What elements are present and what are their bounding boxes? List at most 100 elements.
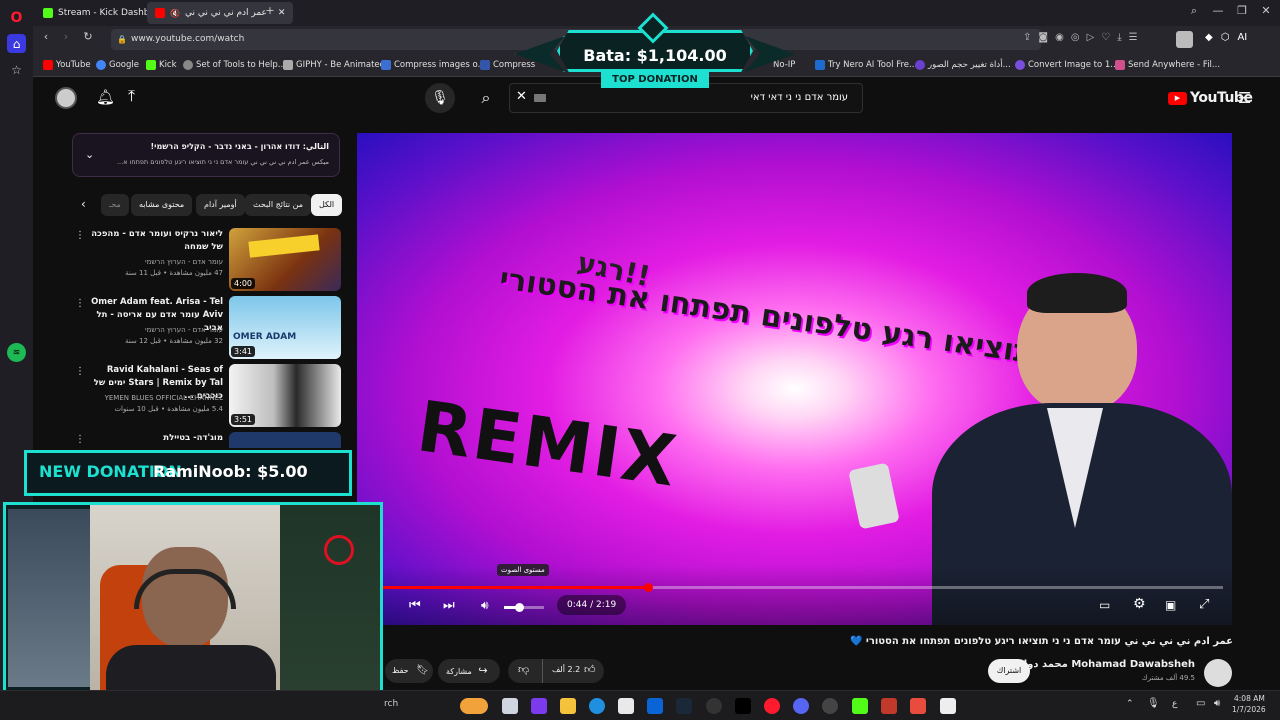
maximize-button[interactable]: ❐	[1233, 4, 1251, 22]
subscribe-button[interactable]: اشتراك	[988, 659, 1030, 683]
bookmark-compress[interactable]: Compress images o...	[381, 58, 486, 72]
chevron-up-icon[interactable]: ⌃	[1126, 699, 1134, 709]
camera-icon[interactable]: ◙	[1038, 32, 1048, 43]
channel-avatar[interactable]	[1204, 659, 1232, 687]
menu-icon[interactable]: ☰	[1129, 32, 1138, 43]
tiktok-icon[interactable]	[735, 698, 751, 714]
clock-date[interactable]: 1/7/2026	[1232, 705, 1266, 714]
progress-bar[interactable]	[383, 583, 1223, 592]
upload-icon[interactable]: ⤒	[128, 86, 135, 106]
playlist-next-box[interactable]: ⌄ التالي: דודו אהרון - באני נדבר - הקליפ…	[72, 133, 340, 177]
bookmark-giphy[interactable]: GIPHY - Be Animated	[283, 58, 385, 72]
kick-icon[interactable]	[852, 698, 868, 714]
volume-knob[interactable]	[515, 603, 524, 612]
clock-time[interactable]: 4:08 AM	[1234, 694, 1265, 703]
taskbar-search[interactable]: rch	[384, 699, 398, 709]
volume-tray-icon[interactable]: 🔊︎	[1214, 698, 1220, 709]
outlook-icon[interactable]	[647, 698, 663, 714]
video-player[interactable]: רגע!! תוציאו רגע טלפונים תפתחו את הסטורי…	[357, 133, 1232, 625]
list-item[interactable]: ⋮ 4:00 ליאור נרקיס ועומר אדם - מהפכה של …	[73, 228, 341, 292]
theater-mode-icon[interactable]: ▣	[1165, 598, 1176, 612]
app-icon-white[interactable]	[940, 698, 956, 714]
network-icon[interactable]: ▭	[1196, 698, 1205, 709]
discord-icon[interactable]	[793, 698, 809, 714]
bookmark-send-anywhere[interactable]: Send Anywhere - Fil...	[1115, 58, 1220, 72]
share-button[interactable]: مشاركة ↪	[438, 659, 500, 683]
bell-icon[interactable]: 🔔︎	[96, 88, 115, 106]
reload-icon[interactable]: ↻	[79, 30, 97, 48]
previous-icon[interactable]: ⏮	[409, 598, 421, 613]
shield-icon[interactable]: ◉	[1055, 32, 1064, 43]
chip-all[interactable]: الكل	[311, 194, 343, 216]
rec-meta: 32 مليون مشاهدة • قبل 12 سنة	[125, 337, 223, 345]
tracker-icon[interactable]: ◎	[1071, 32, 1080, 43]
4k-icon[interactable]	[706, 698, 722, 714]
chip-omer-adam[interactable]: أومير آدام	[196, 194, 245, 216]
list-item[interactable]: ⋮ OMER ADAM 3:41 Omer Adam feat. Arisa -…	[73, 296, 341, 360]
mic-icon[interactable]: 🎙︎	[425, 83, 455, 113]
task-view-icon[interactable]	[502, 698, 518, 714]
mute-icon[interactable]: 🔇	[170, 9, 180, 18]
close-icon[interactable]: ✕	[278, 8, 286, 18]
file-explorer-icon[interactable]	[560, 698, 576, 714]
download-icon[interactable]: ⤓	[1117, 32, 1121, 43]
home-icon[interactable]: ⌂	[7, 34, 26, 53]
save-button[interactable]: حفظ 🔖︎	[385, 659, 433, 683]
keyboard-icon[interactable]	[534, 94, 546, 102]
like-icon[interactable]: 👍︎	[584, 663, 596, 676]
chip-search-results[interactable]: من نتائج البحث	[245, 194, 312, 216]
tf-icon[interactable]	[910, 698, 926, 714]
fullscreen-icon[interactable]: ⤢	[1199, 597, 1209, 612]
edge-icon[interactable]	[589, 698, 605, 714]
app-icon-red[interactable]	[881, 698, 897, 714]
volume-slider[interactable]	[504, 603, 544, 612]
list-item[interactable]: ⋮ 3:51 Ravid Kahalani - Seas of Stars | …	[73, 364, 341, 428]
store-icon[interactable]	[531, 698, 547, 714]
extensions-icon[interactable]: ⬡	[1221, 32, 1230, 43]
bookmark-youtube[interactable]: YouTube	[43, 58, 91, 72]
opera-logo-icon[interactable]: O	[7, 8, 26, 27]
settings-icon[interactable]: ⚙	[1133, 596, 1146, 612]
bookmark-tools[interactable]: Set of Tools to Help...	[183, 58, 286, 72]
channel-name[interactable]: Mohamad Dawabsheh محمد دوابشة	[1004, 659, 1195, 670]
minimize-button[interactable]: —	[1209, 4, 1227, 22]
bookmark-kick[interactable]: Kick	[146, 58, 177, 72]
obs-icon[interactable]	[822, 698, 838, 714]
bookmark-google[interactable]: Google	[96, 58, 139, 72]
bookmark-nero[interactable]: Try Nero AI Tool Fre...	[815, 58, 917, 72]
next-icon[interactable]: ⏭	[443, 598, 455, 613]
avatar[interactable]	[55, 87, 77, 109]
wallet-icon[interactable]: ◆	[1205, 32, 1213, 43]
back-icon[interactable]: ‹	[37, 30, 55, 48]
close-window-button[interactable]: ✕	[1257, 4, 1275, 22]
play-icon[interactable]: ▷	[1087, 32, 1095, 43]
search-tabs-icon[interactable]: ⌕	[1185, 4, 1203, 22]
volume-icon[interactable]: 🔊︎	[481, 598, 489, 613]
thumbnail[interactable]	[229, 432, 341, 448]
chip-more[interactable]: محـ	[101, 194, 129, 216]
chip-similar[interactable]: محتوى مشابه	[131, 194, 193, 216]
hamburger-menu-icon[interactable]: ☰	[1238, 89, 1251, 107]
captions-icon[interactable]: ▭	[1099, 598, 1110, 612]
dislike-icon[interactable]: 👎︎	[518, 663, 529, 676]
new-tab-button[interactable]: +	[261, 4, 279, 22]
avatar[interactable]	[1176, 31, 1193, 48]
steam-icon[interactable]	[676, 698, 692, 714]
aria-icon[interactable]: AI	[1237, 32, 1247, 43]
language-indicator[interactable]: ع	[1172, 699, 1177, 709]
bookmark-resize[interactable]: أداة تغيير حجم الصور...	[915, 58, 1011, 72]
mic-tray-icon[interactable]: 🎙︎	[1147, 698, 1160, 709]
list-item[interactable]: ⋮ מוג'דה- בטיילת	[73, 432, 341, 448]
spotify-icon[interactable]: ≋	[7, 343, 26, 362]
opera-icon[interactable]	[764, 698, 780, 714]
star-icon[interactable]: ☆	[7, 60, 26, 79]
widgets-icon[interactable]	[460, 698, 488, 714]
chevron-left-icon[interactable]: ‹	[81, 197, 86, 211]
app-icon[interactable]	[618, 698, 634, 714]
forward-icon[interactable]: ›	[57, 30, 75, 48]
chevron-down-icon[interactable]: ⌄	[85, 148, 94, 161]
search-icon[interactable]: ⌕	[471, 83, 501, 113]
heart-icon[interactable]: ♡	[1101, 32, 1110, 43]
share-icon[interactable]: ⇪	[1023, 32, 1031, 43]
bookmark-convert[interactable]: Convert Image to 1...	[1015, 58, 1118, 72]
